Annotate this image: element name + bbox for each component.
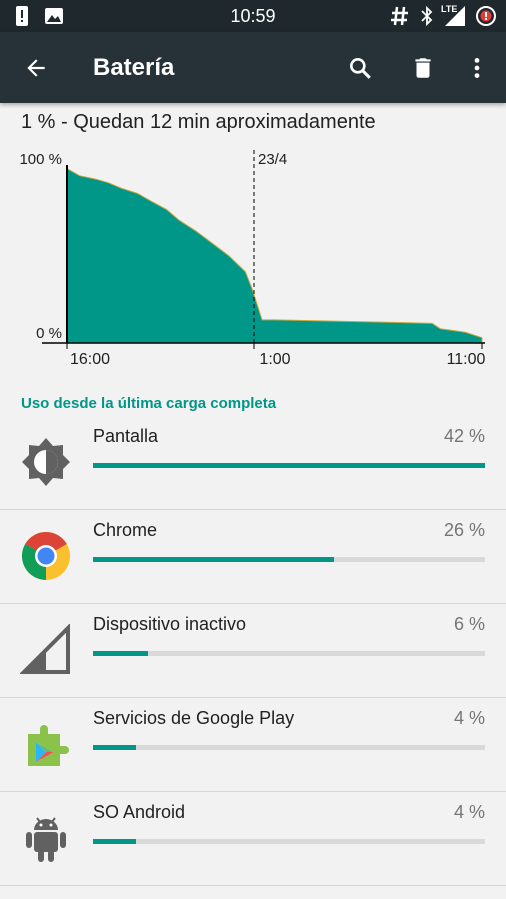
usage-item-servicios-google-play[interactable]: Servicios de Google Play 4 % (0, 698, 506, 792)
more-options-button[interactable] (457, 48, 497, 88)
cell-signal-icon (20, 624, 70, 674)
usage-item-name: SO Android (93, 802, 186, 822)
brightness-icon (22, 438, 70, 486)
android-icon (26, 817, 66, 862)
app-bar: Batería (0, 32, 506, 103)
usage-item-name: Chrome (93, 520, 158, 540)
google-play-services-icon (28, 725, 69, 766)
usage-progress-fill (93, 651, 148, 656)
usage-item-percent: 26 % (443, 520, 485, 540)
delete-button[interactable] (403, 48, 443, 88)
usage-progress-fill (93, 745, 137, 750)
y-tick-label: 100 % (19, 151, 62, 168)
bluetooth-icon (421, 5, 433, 27)
battery-level-area (66, 167, 483, 344)
usage-item-so-android[interactable]: SO Android 4 % (0, 792, 506, 886)
back-arrow-icon (27, 59, 45, 77)
usage-item-percent: 4 % (453, 802, 485, 822)
usage-item-dispositivo-inactivo[interactable]: Dispositivo inactivo 6 % (0, 604, 506, 698)
battery-summary: 1 % - Quedan 12 min aproximadamente (21, 111, 376, 133)
usage-item-name: Pantalla (93, 426, 159, 446)
usage-item-percent: 6 % (453, 614, 485, 634)
date-marker-label: 23/4 (258, 151, 287, 168)
x-tick-label: 11:00 (447, 351, 486, 368)
battery-alert-icon (476, 6, 496, 26)
usage-item-percent: 4 % (453, 708, 485, 728)
status-bar: 10:59 LTE (0, 0, 506, 32)
usage-item-pantalla[interactable]: Pantalla 42 % (0, 416, 506, 510)
back-button[interactable] (16, 48, 56, 88)
search-button[interactable] (340, 48, 380, 88)
trash-icon (415, 58, 431, 78)
usage-progress-fill (93, 557, 335, 562)
usage-progress-fill (93, 839, 137, 844)
usage-item-percent: 42 % (443, 426, 485, 446)
x-tick-label: 16:00 (70, 351, 110, 368)
more-vert-icon (474, 58, 480, 78)
usage-item-chrome[interactable]: Chrome 26 % (0, 510, 506, 604)
x-tick-label: 1:00 (259, 351, 290, 368)
battery-chart: 100 % 0 % 23/4 16:00 1:00 11:00 (19, 150, 486, 368)
usage-item-name: Servicios de Google Play (93, 708, 295, 728)
y-tick-label: 0 % (36, 325, 62, 342)
usage-progress-bar (93, 745, 485, 750)
chrome-icon (21, 531, 70, 580)
section-title: Uso desde la última carga completa (21, 395, 277, 412)
usage-progress-bar (93, 463, 485, 468)
usage-progress-bar (93, 651, 485, 656)
page-title: Batería (93, 54, 175, 81)
usage-progress-bar (93, 839, 485, 844)
hash-icon (391, 6, 408, 26)
usage-item-name: Dispositivo inactivo (93, 614, 247, 634)
usage-progress-fill (93, 463, 485, 468)
signal-icon (445, 6, 465, 26)
usage-progress-bar (93, 557, 485, 562)
search-icon (350, 58, 371, 79)
